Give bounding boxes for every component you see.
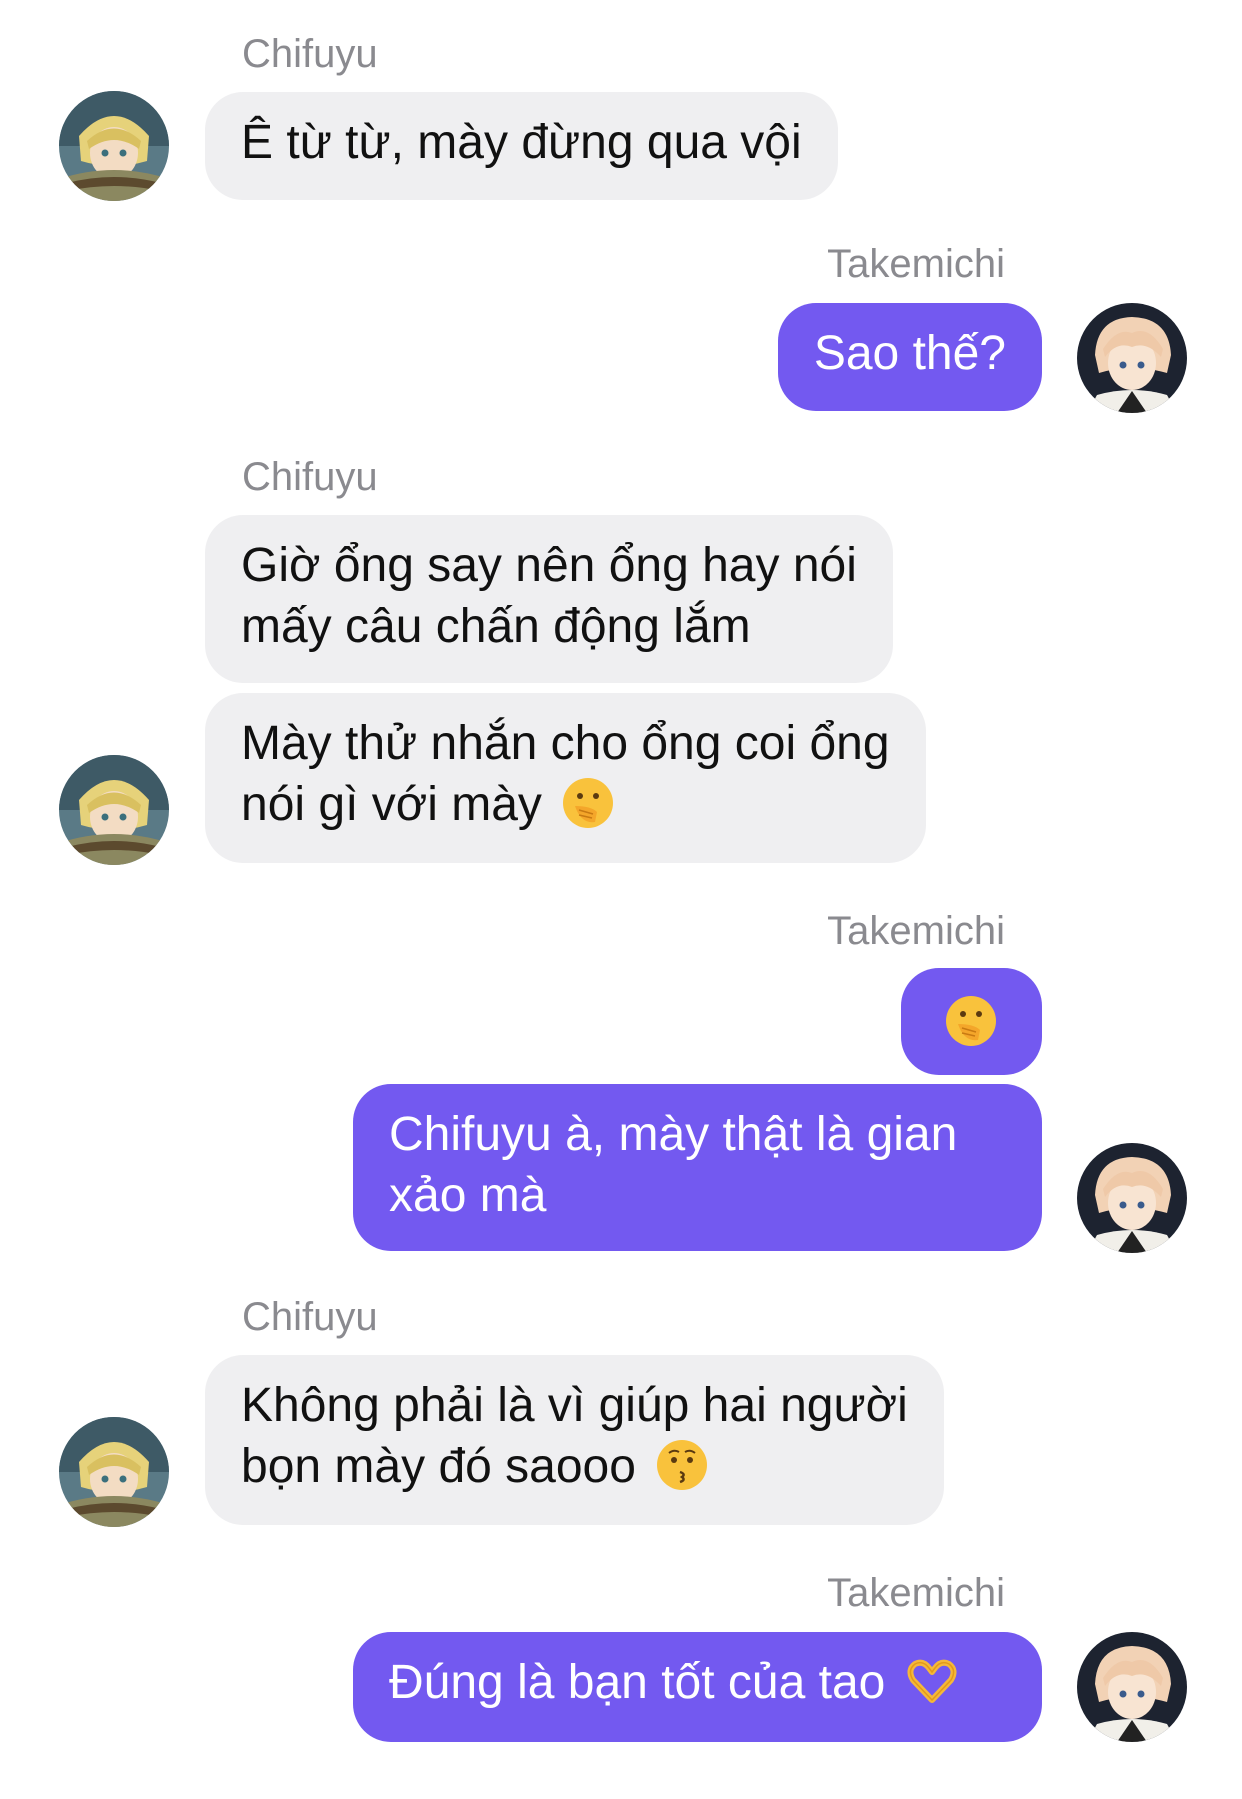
chifuyu-avatar[interactable] (59, 755, 169, 865)
takemichi-avatar-image (1077, 1143, 1187, 1253)
message-bubble-incoming[interactable]: Mày thử nhắn cho ổng coi ổng nói gì với … (205, 693, 926, 863)
chifuyu-avatar[interactable] (59, 91, 169, 201)
sender-name-chifuyu: Chifuyu (242, 32, 378, 76)
takemichi-avatar-image (1077, 303, 1187, 413)
message-text-line: Mày thử nhắn cho ổng coi ổng (241, 717, 890, 770)
face-with-hand-over-mouth-emoji (946, 996, 996, 1046)
sender-name-takemichi: Takemichi (827, 909, 1005, 953)
message-bubble-outgoing[interactable]: Đúng là bạn tốt của tao (353, 1632, 1042, 1742)
message-text-line-with-emoji: bọn mày đó saooo (241, 1436, 908, 1497)
message-bubble-outgoing[interactable]: Sao thế? (777, 303, 1042, 411)
takemichi-avatar-image (1077, 1632, 1187, 1742)
kissing-face-emoji (657, 1440, 708, 1490)
sender-name-takemichi: Takemichi (827, 242, 1005, 286)
message-text-line: Chifuyu à, mày thật là gian (389, 1108, 958, 1161)
takemichi-avatar[interactable] (1077, 303, 1187, 413)
message-bubble-incoming[interactable]: Giờ ổng say nên ổng hay nói mấy câu chấn… (205, 515, 893, 683)
sender-name-chifuyu: Chifuyu (242, 455, 378, 499)
message-text: Sao thế? (813, 327, 1006, 380)
takemichi-avatar[interactable] (1077, 1632, 1187, 1742)
takemichi-avatar[interactable] (1077, 1143, 1187, 1253)
chifuyu-avatar-image (59, 755, 169, 865)
message-text-line-with-emoji: nói gì với mày (241, 774, 890, 835)
face-with-hand-over-mouth-emoji (563, 778, 614, 828)
message-bubble-incoming[interactable]: Không phải là vì giúp hai người bọn mày … (205, 1355, 944, 1525)
chifuyu-avatar-image (59, 1417, 169, 1527)
message-text-line: xảo mà (389, 1169, 547, 1222)
message-bubble-outgoing[interactable]: Chifuyu à, mày thật là gian xảo mà (353, 1084, 1042, 1251)
message-bubble-incoming[interactable]: Ê từ từ, mày đừng qua vội (205, 92, 838, 200)
message-text-line: Không phải là vì giúp hai người (241, 1379, 908, 1432)
message-text: Đúng là bạn tốt của tao (389, 1656, 886, 1709)
chifuyu-avatar-image (59, 91, 169, 201)
chifuyu-avatar[interactable] (59, 1417, 169, 1527)
message-text-line: mấy câu chấn động lắm (241, 600, 751, 653)
message-text-line-with-emoji: Đúng là bạn tốt của tao (389, 1652, 1006, 1713)
message-bubble-outgoing-emoji[interactable] (901, 968, 1042, 1075)
message-text-line: Giờ ổng say nên ổng hay nói (241, 539, 857, 592)
heart-hands-emoji (907, 1659, 957, 1703)
message-text: bọn mày đó saooo (241, 1440, 636, 1493)
sender-name-chifuyu: Chifuyu (242, 1295, 378, 1339)
sender-name-takemichi: Takemichi (827, 1571, 1005, 1615)
message-text: Ê từ từ, mày đừng qua vội (241, 116, 802, 169)
message-text: nói gì với mày (241, 778, 542, 831)
